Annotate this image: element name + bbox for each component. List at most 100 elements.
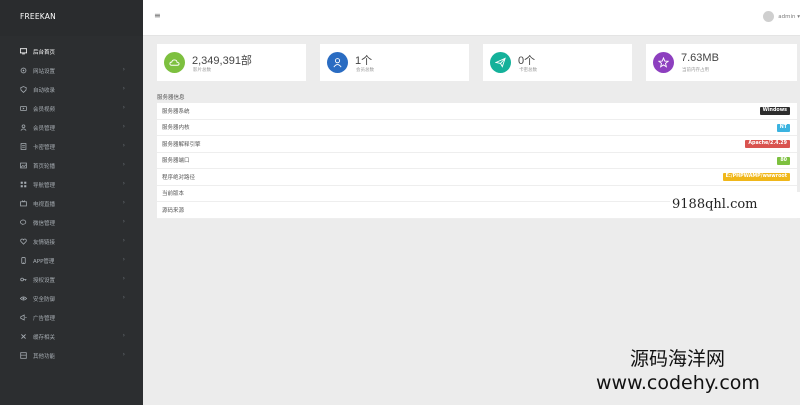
status-badge: Windows bbox=[759, 107, 790, 115]
chevron-right-icon: › bbox=[122, 256, 125, 263]
app-icon bbox=[19, 257, 27, 265]
sidebar-item-friend-links[interactable]: 友情链接 › bbox=[0, 232, 143, 251]
sidebar-item-label: 会员视频 bbox=[33, 106, 56, 113]
sidebar-item-members[interactable]: 会员管理 › bbox=[0, 118, 143, 137]
row-label: 服务器端口 bbox=[162, 158, 190, 165]
chevron-right-icon: › bbox=[122, 85, 125, 92]
sidebar-item-label: 电视直播 bbox=[33, 201, 56, 208]
brand-logo[interactable]: FREEKAN bbox=[0, 0, 143, 36]
sidebar-item-label: 首页轮播 bbox=[33, 163, 56, 170]
shield-icon bbox=[19, 86, 27, 94]
sidebar-item-other[interactable]: 其他功能 › bbox=[0, 346, 143, 365]
avatar[interactable] bbox=[763, 11, 775, 22]
sidebar-item-ads[interactable]: 广告管理 bbox=[0, 308, 143, 327]
sidebar-item-label: 广告管理 bbox=[33, 315, 56, 322]
table-row: 服务器系统 Windows bbox=[157, 103, 797, 120]
sidebar-item-label: 网站设置 bbox=[33, 68, 56, 75]
sidebar-item-label: 微信管理 bbox=[33, 220, 56, 227]
sidebar-item-site-settings[interactable]: 网站设置 › bbox=[0, 61, 143, 80]
sidebar-item-label: 会员管理 bbox=[33, 125, 56, 132]
sidebar-item-card-keys[interactable]: 卡密管理 › bbox=[0, 137, 143, 156]
stat-label: 卡密总数 bbox=[519, 68, 537, 73]
row-label: 程序绝对路径 bbox=[162, 174, 196, 181]
status-badge: NT bbox=[776, 123, 790, 132]
key-icon bbox=[19, 276, 27, 284]
tools-icon bbox=[19, 352, 27, 360]
bullhorn-icon bbox=[19, 314, 27, 322]
row-label: 服务器内核 bbox=[162, 125, 190, 132]
star-icon bbox=[653, 52, 674, 73]
monitor-icon bbox=[19, 48, 27, 56]
sidebar-item-auto-collect[interactable]: 自动收录 › bbox=[0, 80, 143, 99]
sidebar-item-dashboard[interactable]: 后台首页 bbox=[0, 42, 143, 61]
sidebar-item-authorization[interactable]: 授权设置 › bbox=[0, 270, 143, 289]
sidebar-item-app[interactable]: APP管理 › bbox=[0, 251, 143, 270]
grid-icon bbox=[19, 181, 27, 189]
eye-icon bbox=[19, 295, 27, 303]
chevron-right-icon: › bbox=[122, 275, 125, 282]
stat-value: 1个 bbox=[355, 55, 373, 67]
stat-label: 影片总数 bbox=[193, 68, 211, 73]
video-icon bbox=[19, 105, 27, 113]
heart-icon bbox=[19, 238, 27, 246]
sidebar-item-label: APP管理 bbox=[33, 258, 55, 265]
user-icon bbox=[19, 124, 27, 132]
stat-value: 7.63MB bbox=[681, 52, 719, 64]
sidebar-item-cache[interactable]: 缓存相关 › bbox=[0, 327, 143, 346]
stat-value: 0个 bbox=[518, 55, 536, 67]
sidebar-item-label: 导航管理 bbox=[33, 182, 56, 189]
sidebar-item-label: 授权设置 bbox=[33, 277, 56, 284]
row-label: 服务器解释引擎 bbox=[162, 141, 201, 148]
cloud-icon bbox=[164, 52, 185, 73]
card-icon bbox=[19, 143, 27, 151]
chevron-right-icon: › bbox=[122, 199, 125, 206]
chevron-right-icon: › bbox=[122, 237, 125, 244]
tv-icon bbox=[19, 200, 27, 208]
status-badge: 80 bbox=[777, 156, 790, 165]
image-icon bbox=[19, 162, 27, 170]
stat-card-members: 1个 会员总数 bbox=[320, 44, 469, 81]
stat-card-card-keys: 0个 卡密总数 bbox=[483, 44, 632, 81]
user-icon bbox=[327, 52, 348, 73]
status-badge: E:/PHPWAMP/wwwroot bbox=[722, 173, 790, 181]
sidebar-item-label: 缓存相关 bbox=[33, 334, 56, 341]
watermark-url: www.codehy.com bbox=[596, 372, 760, 394]
table-row: 程序绝对路径 E:/PHPWAMP/wwwroot bbox=[157, 169, 797, 186]
sidebar-item-wechat[interactable]: 微信管理 › bbox=[0, 213, 143, 232]
stat-value: 2,349,391部 bbox=[192, 55, 252, 67]
sidebar-item-navigation[interactable]: 导航管理 › bbox=[0, 175, 143, 194]
chevron-right-icon: › bbox=[122, 332, 125, 339]
server-info-title: 服务器信息 bbox=[157, 95, 185, 101]
row-label: 源码来源 bbox=[162, 207, 185, 214]
sidebar-nav: 后台首页 网站设置 › 自动收录 › 会员视频 › 会员管理 › 卡密管理 › bbox=[0, 36, 143, 365]
sidebar-item-live-tv[interactable]: 电视直播 › bbox=[0, 194, 143, 213]
chevron-right-icon: › bbox=[122, 123, 125, 130]
sidebar-item-member-video[interactable]: 会员视频 › bbox=[0, 99, 143, 118]
watermark-cn: 源码海洋网 bbox=[630, 348, 726, 370]
chevron-right-icon: › bbox=[122, 104, 125, 111]
chevron-right-icon: › bbox=[122, 294, 125, 301]
sidebar-item-label: 后台首页 bbox=[33, 49, 56, 56]
sidebar-item-security[interactable]: 安全防御 › bbox=[0, 289, 143, 308]
status-badge: Apache/2.4.29 bbox=[745, 140, 790, 148]
user-menu[interactable]: admin ▾ bbox=[763, 11, 800, 22]
send-icon bbox=[490, 52, 511, 73]
sidebar-item-label: 友情链接 bbox=[33, 239, 56, 246]
sidebar-item-label: 自动收录 bbox=[33, 87, 56, 94]
top-bar: ≡ admin ▾ bbox=[143, 0, 800, 36]
row-label: 服务器系统 bbox=[162, 108, 190, 115]
sidebar-item-home-carousel[interactable]: 首页轮播 › bbox=[0, 156, 143, 175]
user-name[interactable]: admin ▾ bbox=[778, 14, 800, 20]
wechat-icon bbox=[19, 219, 27, 227]
sidebar-item-label: 卡密管理 bbox=[33, 144, 56, 151]
table-row: 服务器内核 NT bbox=[157, 120, 797, 136]
sidebar: FREEKAN 后台首页 网站设置 › 自动收录 › 会员视频 › 会员管理 › bbox=[0, 0, 143, 405]
gear-icon bbox=[19, 67, 27, 75]
table-row: 服务器端口 80 bbox=[157, 153, 797, 169]
cache-icon bbox=[19, 333, 27, 341]
menu-toggle-icon[interactable]: ≡ bbox=[154, 11, 161, 20]
stat-label: 当前内存占用 bbox=[682, 68, 709, 73]
table-row: 服务器解释引擎 Apache/2.4.29 bbox=[157, 136, 797, 153]
chevron-right-icon: › bbox=[122, 66, 125, 73]
stat-card-videos: 2,349,391部 影片总数 bbox=[157, 44, 306, 81]
